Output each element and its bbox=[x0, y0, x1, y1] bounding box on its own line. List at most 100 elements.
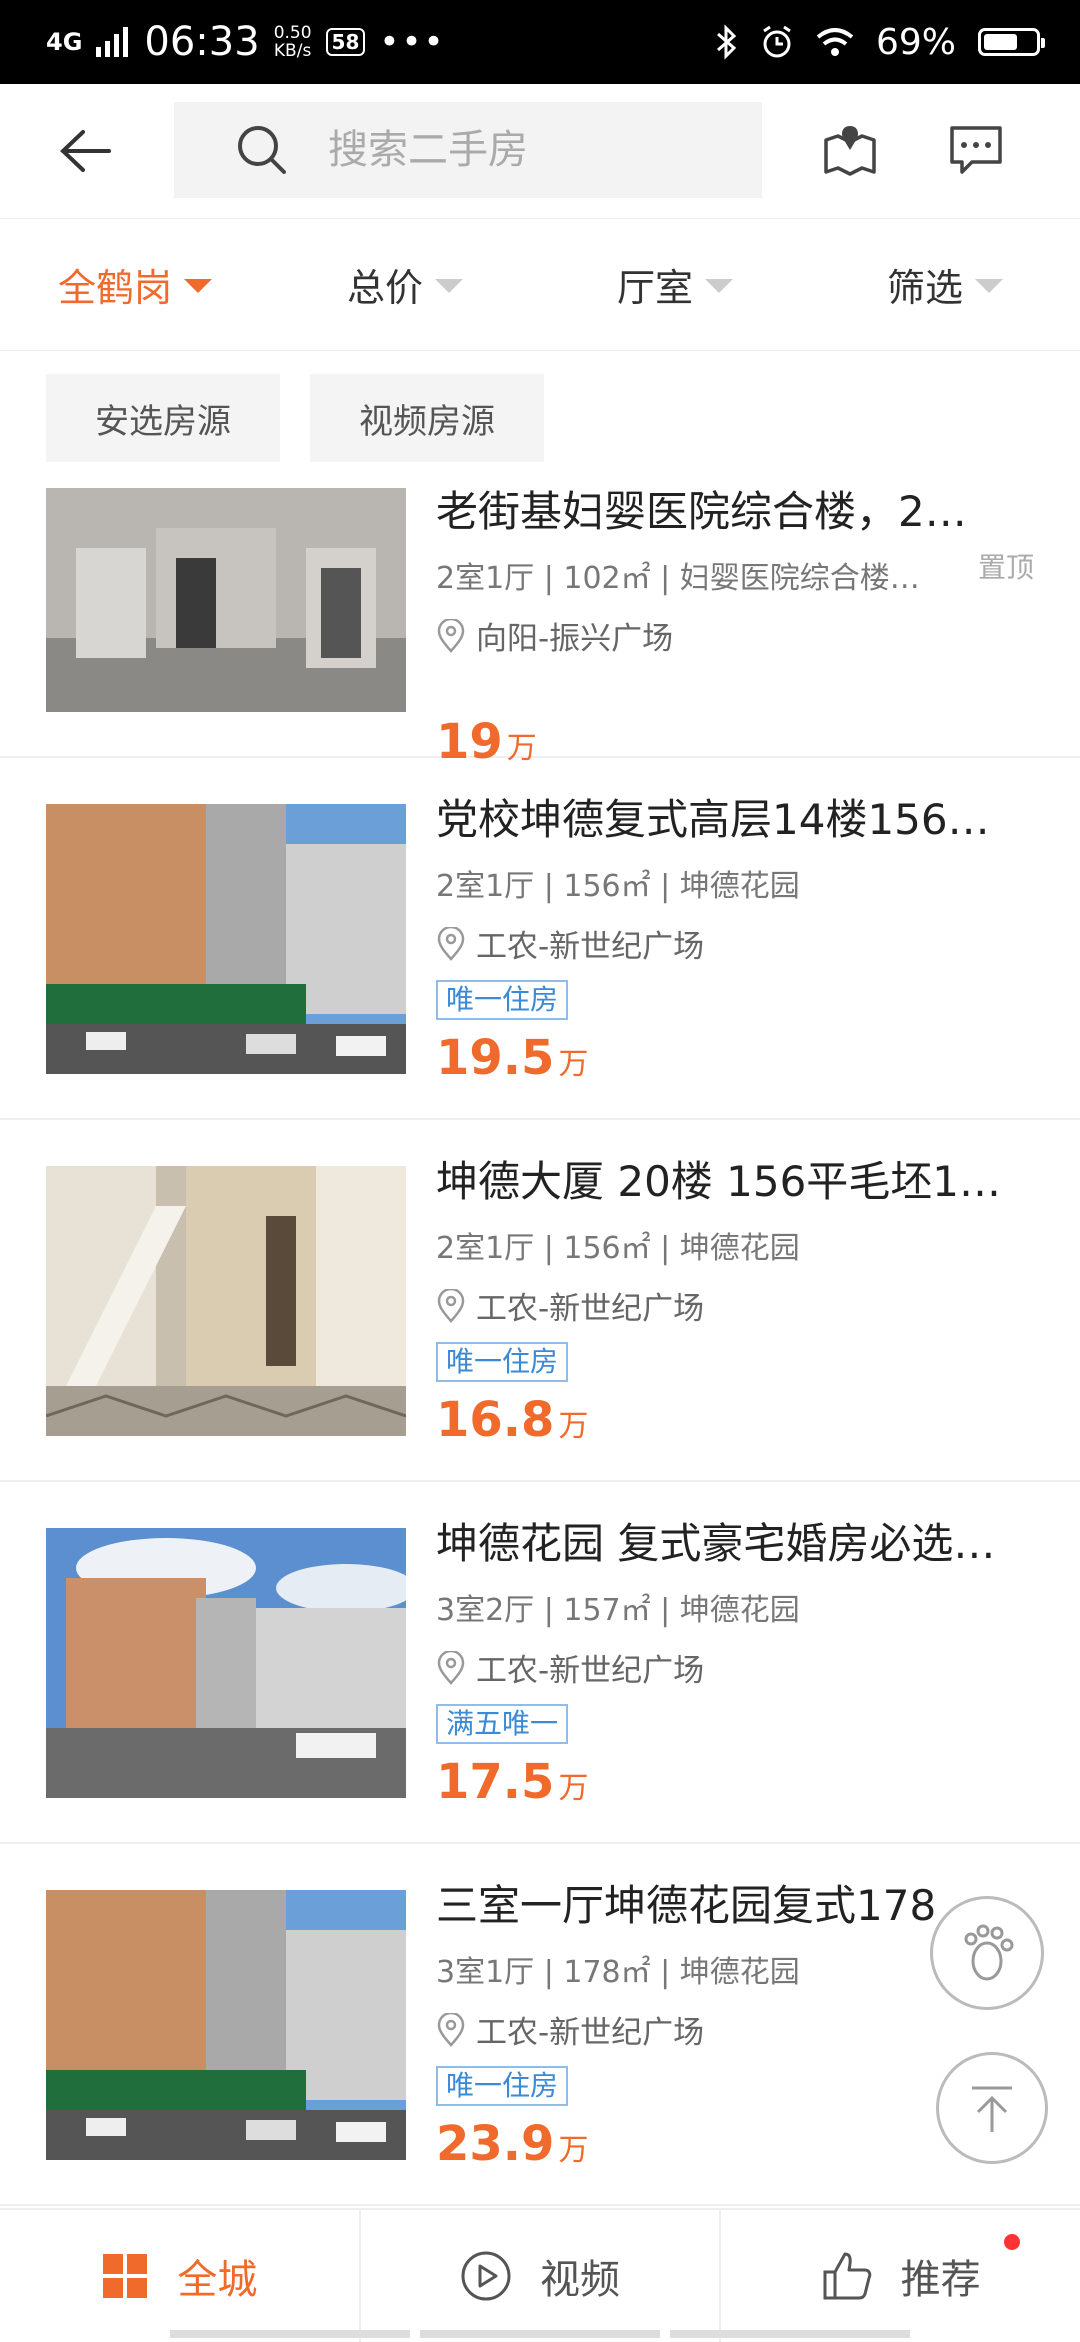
listing-price: 17.5 万 bbox=[436, 1754, 1046, 1810]
map-icon bbox=[824, 126, 876, 176]
location-text: 向阳-振兴广场 bbox=[476, 621, 674, 657]
footprint-button[interactable] bbox=[930, 1896, 1044, 2010]
signal-icon bbox=[96, 27, 129, 57]
notification-dot bbox=[1004, 2234, 1021, 2250]
listing-meta: 3室2厅 | 157㎡ | 坤德花园 bbox=[436, 1593, 800, 1628]
listing-title: 党校坤德复式高层14楼156… bbox=[436, 795, 990, 844]
quick-filter-chips: 安选房源 视频房源 bbox=[0, 350, 1080, 486]
location-pin-icon bbox=[437, 1288, 465, 1323]
tab-city[interactable]: 全城 bbox=[0, 2210, 359, 2342]
listing-item[interactable]: 坤德花园 复式豪宅婚房必选… 3室2厅 | 157㎡ | 坤德花园 工农-新世纪… bbox=[0, 1482, 1080, 1844]
caret-down-icon bbox=[705, 279, 733, 293]
filter-price[interactable]: 总价 bbox=[270, 218, 540, 350]
price-value: 16.8 bbox=[436, 1392, 555, 1448]
listing-location: 工农-新世纪广场 bbox=[436, 1283, 1046, 1328]
filter-more[interactable]: 筛选 bbox=[810, 218, 1080, 350]
location-text: 工农-新世纪广场 bbox=[476, 1653, 705, 1689]
search-input[interactable] bbox=[326, 126, 730, 174]
listing-title: 老街基妇婴医院综合楼，2… bbox=[436, 488, 967, 536]
price-value: 19.5 bbox=[436, 1030, 555, 1086]
location-pin-icon bbox=[437, 2012, 465, 2047]
listing-title: 坤德大厦 20楼 156平毛坯1… bbox=[436, 1157, 1002, 1206]
listing-title: 三室一厅坤德花园复式178 bbox=[436, 1881, 937, 1930]
chip-video-listings[interactable]: 视频房源 bbox=[310, 374, 544, 462]
location-text: 工农-新世纪广场 bbox=[476, 929, 705, 965]
clock: 06:33 bbox=[144, 19, 260, 65]
listing-info: 坤德花园 复式豪宅婚房必选… 3室2厅 | 157㎡ | 坤德花园 工农-新世纪… bbox=[436, 1510, 1046, 1810]
listing-location: 工农-新世纪广场 bbox=[436, 1645, 1046, 1690]
chip-selected-listings[interactable]: 安选房源 bbox=[46, 374, 280, 462]
listing-tag: 满五唯一 bbox=[436, 1704, 569, 1744]
price-unit: 万 bbox=[558, 1771, 589, 1806]
search-box[interactable] bbox=[174, 102, 762, 198]
listing-price: 16.8 万 bbox=[436, 1392, 1046, 1448]
listing-item[interactable]: 三室一厅坤德花园复式178 3室1厅 | 178㎡ | 坤德花园 工农-新世纪广… bbox=[0, 1844, 1080, 2206]
listing-price: 19.5 万 bbox=[436, 1030, 1046, 1086]
price-unit: 万 bbox=[558, 1047, 589, 1082]
filter-region[interactable]: 全鹤岗 bbox=[0, 218, 270, 350]
battery-fill bbox=[984, 34, 1017, 50]
search-header bbox=[0, 84, 1080, 219]
filter-label: 厅室 bbox=[616, 265, 693, 310]
battery-percent: 69% bbox=[875, 21, 956, 63]
location-text: 工农-新世纪广场 bbox=[476, 2015, 705, 2051]
search-icon bbox=[238, 126, 286, 174]
listing-title: 坤德花园 复式豪宅婚房必选… bbox=[436, 1519, 996, 1568]
network-speed: 0.50 KB/s bbox=[274, 24, 312, 60]
grid-icon bbox=[103, 2254, 148, 2298]
app-badge: 58 bbox=[325, 28, 366, 56]
price-value: 23.9 bbox=[436, 2116, 555, 2172]
filter-label: 总价 bbox=[346, 265, 423, 310]
location-pin-icon bbox=[437, 1650, 465, 1685]
listing-meta: 2室1厅 | 156㎡ | 坤德花园 bbox=[436, 869, 800, 904]
listing-item[interactable]: 老街基妇婴医院综合楼，2… 2室1厅 | 102㎡ | 妇婴医院综合楼… 向阳-… bbox=[0, 488, 1080, 770]
listing-photo bbox=[46, 488, 406, 712]
arrow-up-icon bbox=[972, 2086, 1012, 2132]
arrow-left-icon bbox=[60, 130, 111, 172]
listing-location: 工农-新世纪广场 bbox=[436, 2007, 1046, 2052]
bluetooth-icon bbox=[716, 24, 737, 60]
listing-info: 老街基妇婴医院综合楼，2… 2室1厅 | 102㎡ | 妇婴医院综合楼… 向阳-… bbox=[436, 488, 1046, 770]
price-value: 17.5 bbox=[436, 1754, 555, 1810]
price-unit: 万 bbox=[558, 2133, 589, 2168]
listing-tag: 唯一住房 bbox=[436, 1342, 569, 1382]
footprint-icon bbox=[964, 1924, 1014, 1981]
listing-item[interactable]: 党校坤德复式高层14楼156… 2室1厅 | 156㎡ | 坤德花园 工农-新世… bbox=[0, 758, 1080, 1120]
listing-location: 向阳-振兴广场 bbox=[436, 613, 1046, 658]
chat-icon bbox=[950, 126, 1002, 174]
speed-unit: KB/s bbox=[273, 41, 312, 61]
back-button[interactable] bbox=[50, 116, 120, 186]
listing-photo bbox=[46, 1890, 406, 2160]
listing-photo bbox=[46, 1166, 406, 1436]
gesture-bar bbox=[0, 2330, 1080, 2340]
listing-item[interactable]: 坤德大厦 20楼 156平毛坯1… 2室1厅 | 156㎡ | 坤德花园 工农-… bbox=[0, 1120, 1080, 1482]
pinned-label: 置顶 bbox=[977, 551, 1034, 584]
map-button[interactable] bbox=[820, 120, 880, 180]
location-text: 工农-新世纪广场 bbox=[476, 1291, 705, 1327]
listing-info: 党校坤德复式高层14楼156… 2室1厅 | 156㎡ | 坤德花园 工农-新世… bbox=[436, 786, 1046, 1086]
status-bar: 4G 06:33 0.50 KB/s 58 ••• 69% bbox=[0, 0, 1080, 84]
thumbs-up-icon bbox=[823, 2252, 871, 2300]
tab-recommend[interactable]: 推荐 bbox=[719, 2210, 1080, 2342]
tab-label: 视频 bbox=[540, 2257, 620, 2303]
tab-label: 全城 bbox=[177, 2257, 258, 2303]
speed-value: 0.50 bbox=[273, 23, 312, 43]
bottom-tab-bar: 全城 视频 推荐 bbox=[0, 2208, 1080, 2342]
more-notifications: ••• bbox=[379, 22, 446, 62]
listing-meta: 2室1厅 | 102㎡ | 妇婴医院综合楼… bbox=[436, 561, 920, 596]
filter-label: 全鹤岗 bbox=[57, 265, 172, 310]
battery-icon bbox=[978, 28, 1045, 56]
location-pin-icon bbox=[437, 926, 465, 961]
filter-bar: 全鹤岗 总价 厅室 筛选 bbox=[0, 218, 1080, 351]
message-button[interactable] bbox=[946, 120, 1006, 180]
listing-photo bbox=[46, 1528, 406, 1798]
back-to-top-button[interactable] bbox=[936, 2052, 1048, 2164]
caret-down-icon bbox=[184, 279, 212, 293]
location-pin-icon bbox=[437, 618, 465, 653]
tab-video[interactable]: 视频 bbox=[358, 2210, 720, 2342]
filter-rooms[interactable]: 厅室 bbox=[540, 218, 810, 350]
caret-down-icon bbox=[435, 279, 463, 293]
tab-label: 推荐 bbox=[900, 2257, 981, 2303]
listing-info: 坤德大厦 20楼 156平毛坯1… 2室1厅 | 156㎡ | 坤德花园 工农-… bbox=[436, 1148, 1046, 1448]
alarm-icon bbox=[763, 25, 791, 58]
